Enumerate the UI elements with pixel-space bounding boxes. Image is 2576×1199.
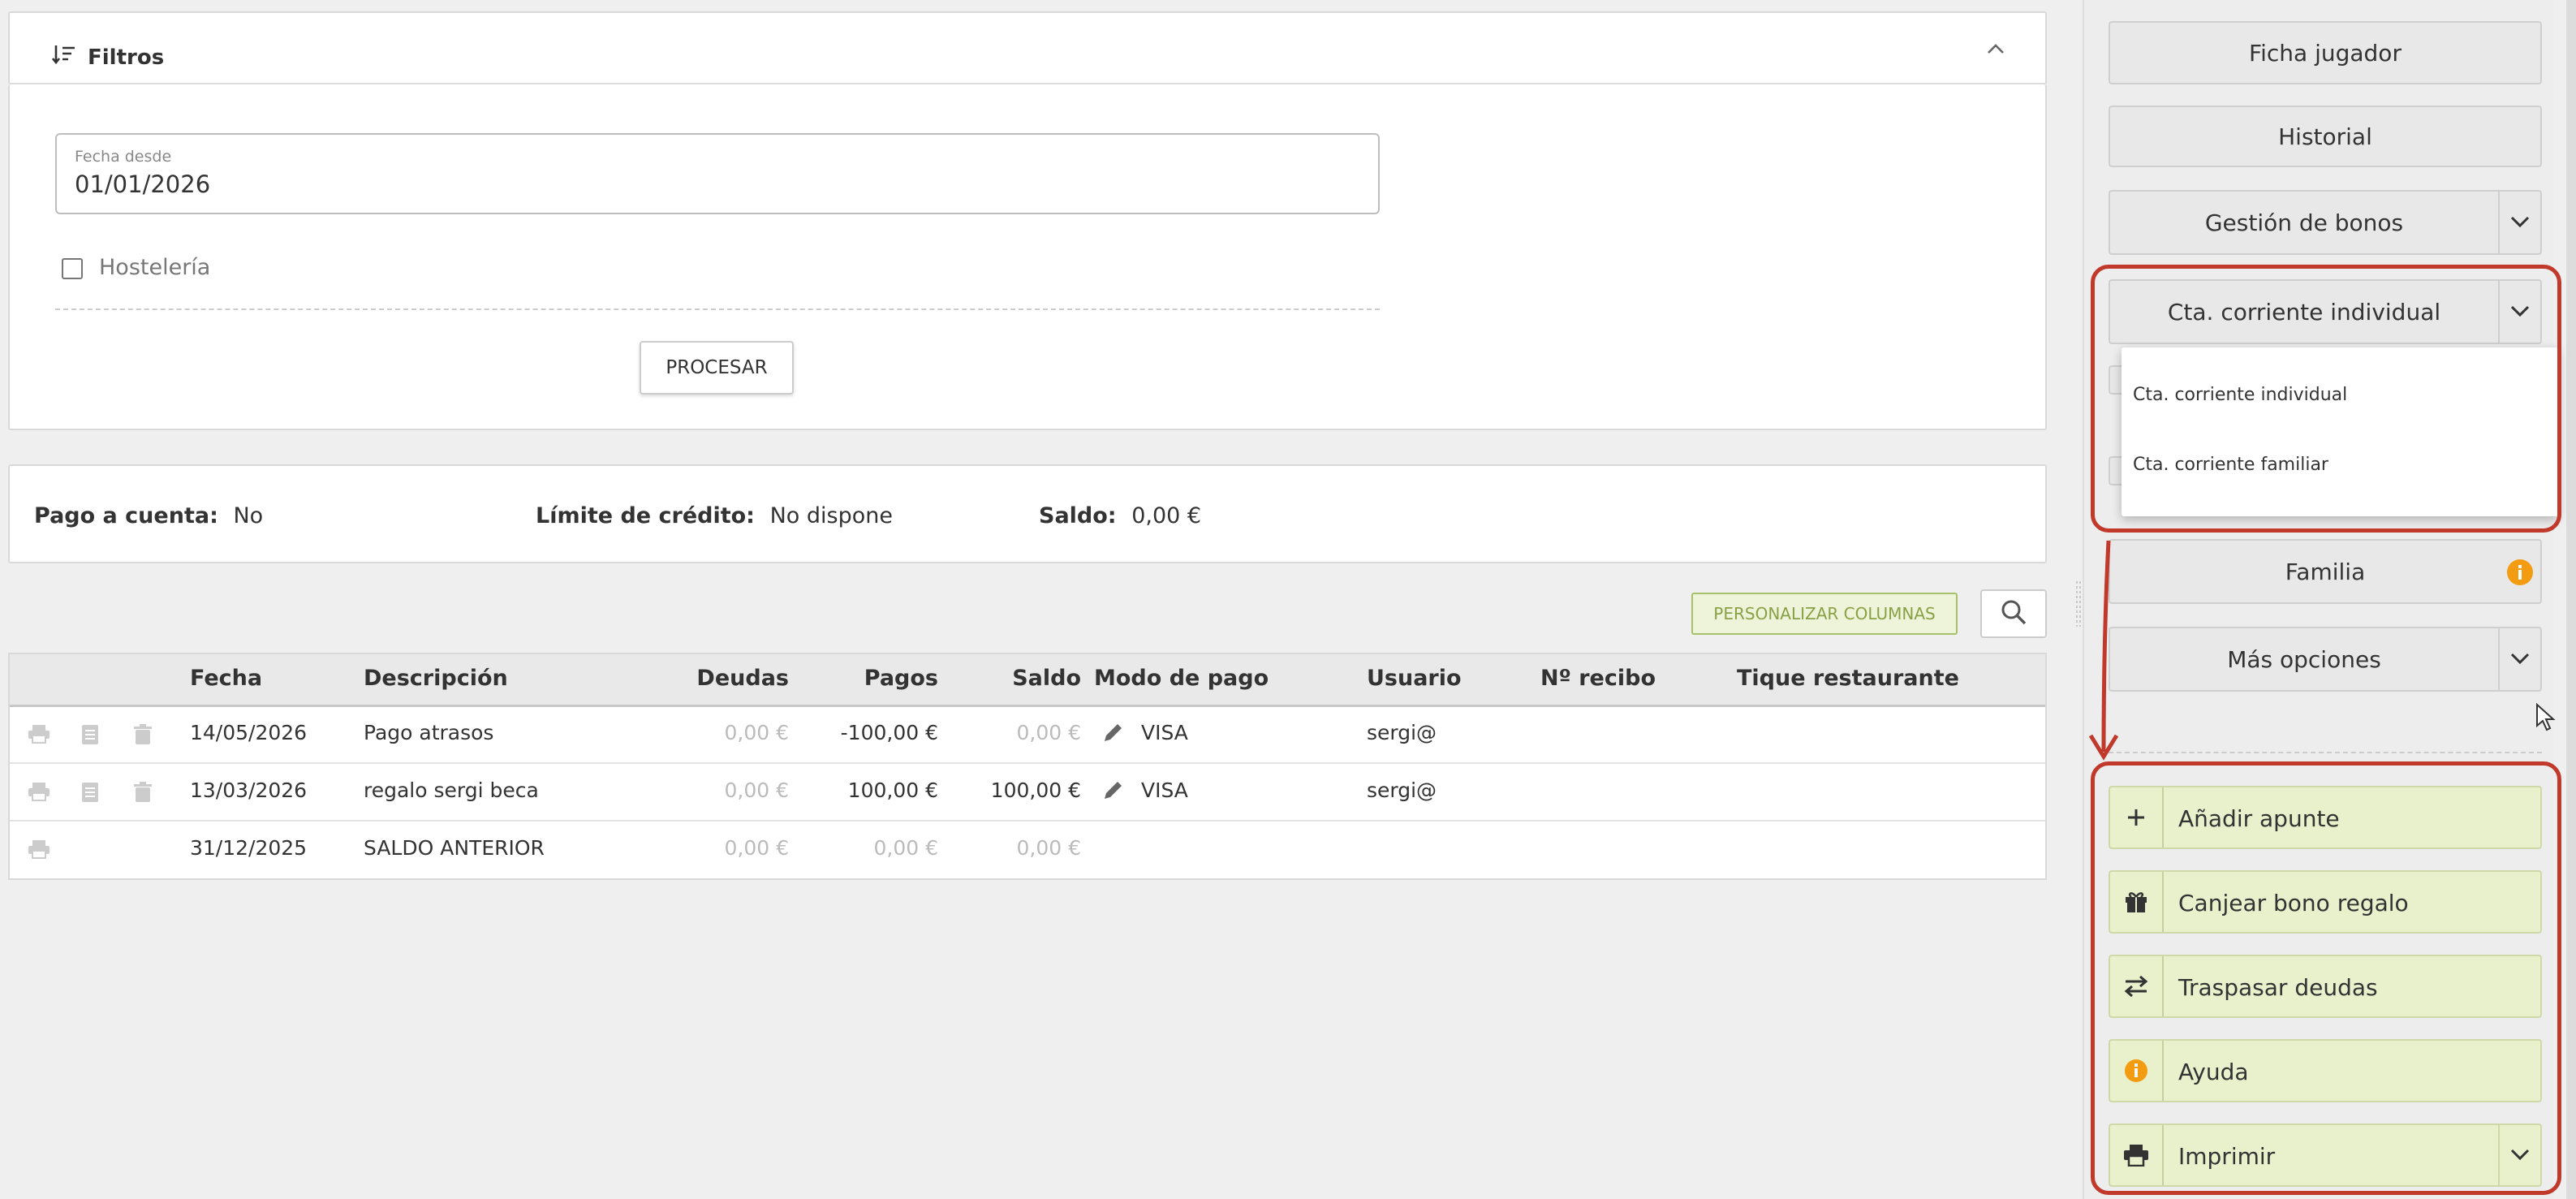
- cell-pagos: 100,00 €: [847, 778, 938, 802]
- mas-opciones-dropdown[interactable]: [2498, 627, 2542, 692]
- cell-descripcion: Pago atrasos: [364, 721, 494, 744]
- date-from-value[interactable]: 01/01/2026: [75, 170, 210, 198]
- search-icon: [2000, 598, 2027, 629]
- pencil-icon[interactable]: [1102, 778, 1125, 804]
- chevron-down-icon: [2510, 215, 2530, 231]
- table-row[interactable]: 31/12/2025 SALDO ANTERIOR 0,00 € 0,00 € …: [10, 820, 2045, 878]
- gestion-bonos-button[interactable]: Gestión de bonos: [2109, 190, 2498, 255]
- cell-fecha: 14/05/2026: [190, 721, 308, 744]
- mouse-cursor-icon: [2535, 702, 2557, 735]
- cell-fecha: 31/12/2025: [190, 836, 308, 860]
- gestion-bonos-dropdown[interactable]: [2498, 190, 2542, 255]
- highlight-actions: [2091, 761, 2561, 1195]
- document-icon[interactable]: [81, 724, 99, 748]
- pencil-icon[interactable]: [1102, 721, 1125, 747]
- col-deudas[interactable]: Deudas: [659, 666, 789, 691]
- table-row[interactable]: 13/03/2026 regalo sergi beca 0,00 € 100,…: [10, 762, 2045, 822]
- familia-button[interactable]: Familia: [2109, 539, 2542, 604]
- divider: [55, 308, 1380, 310]
- pago-label: Pago a cuenta:: [34, 503, 218, 528]
- scrollbar[interactable]: [2566, 0, 2576, 1199]
- chevron-up-icon[interactable]: [1987, 42, 2005, 58]
- search-button[interactable]: [1980, 589, 2047, 638]
- process-button[interactable]: PROCESAR: [640, 341, 794, 395]
- sidebar-divider: [2109, 752, 2542, 753]
- pago-value: No: [233, 503, 264, 528]
- mas-opciones-button[interactable]: Más opciones: [2109, 627, 2498, 692]
- ficha-jugador-button[interactable]: Ficha jugador: [2109, 21, 2542, 84]
- limite-credito: Límite de crédito: No dispone: [536, 503, 893, 528]
- limite-label: Límite de crédito:: [536, 503, 755, 528]
- cell-saldo: 0,00 €: [1016, 721, 1081, 744]
- saldo-label: Saldo:: [1039, 503, 1117, 528]
- col-fecha[interactable]: Fecha: [190, 666, 262, 691]
- filters-title-text: Filtros: [88, 45, 165, 70]
- cell-saldo: 0,00 €: [1016, 836, 1081, 860]
- cell-usuario: sergi@: [1367, 778, 1437, 802]
- cell-descripcion: regalo sergi beca: [364, 778, 539, 802]
- print-icon[interactable]: [28, 839, 50, 862]
- cell-fecha: 13/03/2026: [190, 778, 308, 802]
- print-icon[interactable]: [28, 724, 50, 747]
- filters-header[interactable]: Filtros: [8, 11, 2047, 84]
- sort-filter-icon: [51, 44, 76, 71]
- resize-handle-icon[interactable]: [2074, 581, 2083, 630]
- trash-icon[interactable]: [133, 782, 153, 806]
- cell-pagos: -100,00 €: [840, 721, 938, 744]
- cell-deudas: 0,00 €: [724, 836, 789, 860]
- historial-button[interactable]: Historial: [2109, 106, 2542, 167]
- hosteleria-checkbox[interactable]: [62, 258, 83, 279]
- pago-cuenta: Pago a cuenta: No: [34, 503, 263, 528]
- filters-body: Fecha desde 01/01/2026 Hostelería PROCES…: [8, 84, 2047, 430]
- print-icon[interactable]: [28, 782, 50, 804]
- personalize-columns-button[interactable]: PERSONALIZAR COLUMNAS: [1691, 593, 1958, 635]
- cell-descripcion: SALDO ANTERIOR: [364, 836, 545, 860]
- cell-saldo: 100,00 €: [990, 778, 1081, 802]
- cell-deudas: 0,00 €: [724, 721, 789, 744]
- highlight-cta-dropdown: [2091, 265, 2561, 533]
- filters-title: Filtros: [51, 44, 165, 71]
- cell-deudas: 0,00 €: [724, 778, 789, 802]
- familia-label: Familia: [2285, 558, 2366, 585]
- trash-icon[interactable]: [133, 724, 153, 748]
- col-descripcion[interactable]: Descripción: [364, 666, 508, 691]
- cell-pagos: 0,00 €: [873, 836, 938, 860]
- cell-modo-pago: VISA: [1141, 778, 1188, 802]
- movements-table: Fecha Descripción Deudas Pagos Saldo Mod…: [8, 653, 2047, 880]
- col-pagos[interactable]: Pagos: [813, 666, 938, 691]
- limite-value: No dispone: [769, 503, 893, 528]
- hosteleria-label: Hostelería: [99, 255, 211, 280]
- table-header: Fecha Descripción Deudas Pagos Saldo Mod…: [10, 654, 2045, 707]
- table-row[interactable]: 14/05/2026 Pago atrasos 0,00 € -100,00 €…: [10, 705, 2045, 764]
- saldo: Saldo: 0,00 €: [1039, 503, 1201, 528]
- date-from-label: Fecha desde: [75, 148, 172, 166]
- date-from-field[interactable]: Fecha desde 01/01/2026: [55, 133, 1380, 214]
- red-arrow-icon: [2086, 539, 2134, 766]
- account-summary: Pago a cuenta: No Límite de crédito: No …: [8, 464, 2047, 563]
- col-usuario[interactable]: Usuario: [1367, 666, 1462, 691]
- chevron-down-icon: [2510, 652, 2530, 667]
- document-icon[interactable]: [81, 782, 99, 806]
- col-modo-pago[interactable]: Modo de pago: [1094, 666, 1269, 691]
- cell-modo-pago: VISA: [1141, 721, 1188, 744]
- info-icon: [2506, 559, 2534, 592]
- cell-usuario: sergi@: [1367, 721, 1437, 744]
- col-saldo[interactable]: Saldo: [959, 666, 1081, 691]
- col-tique[interactable]: Tique restaurante: [1737, 666, 1959, 691]
- col-recibo[interactable]: Nº recibo: [1540, 666, 1656, 691]
- saldo-value: 0,00 €: [1131, 503, 1202, 528]
